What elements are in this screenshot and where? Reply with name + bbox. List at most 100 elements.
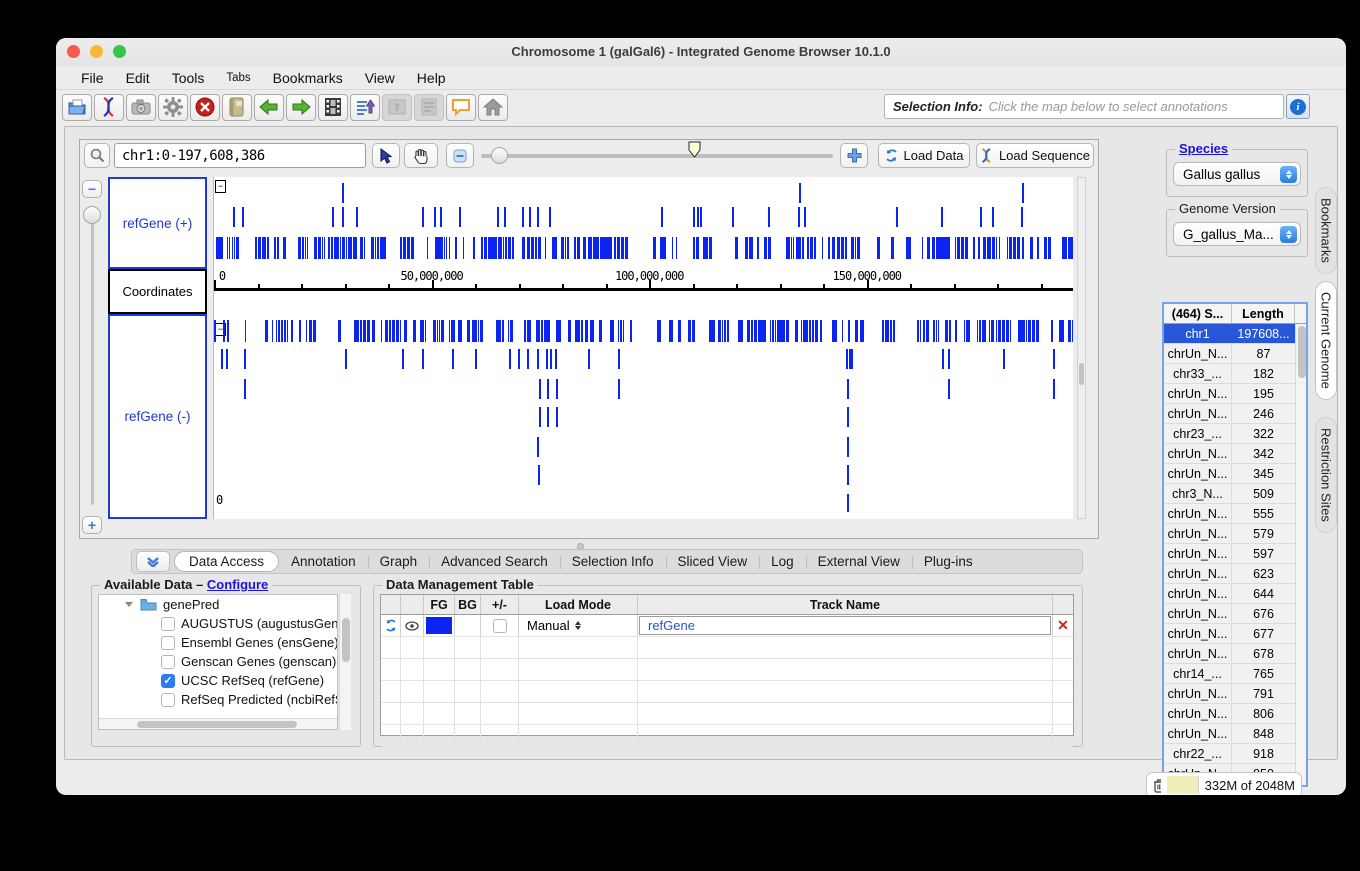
side-tab-bookmarks[interactable]: Bookmarks — [1315, 187, 1337, 274]
tree-folder-row[interactable]: genePred — [99, 595, 337, 614]
dmt-strand-cell[interactable] — [481, 615, 519, 636]
sequence-row-chrUn-N-[interactable]: chrUn_N...623 — [1164, 564, 1295, 584]
dataset-checkbox[interactable] — [161, 636, 175, 650]
genome-version-select[interactable]: G_gallus_Ma... — [1173, 222, 1301, 246]
export-icon[interactable] — [350, 94, 380, 121]
configure-link[interactable]: Configure — [207, 577, 268, 592]
tab-selection-info[interactable]: Selection Info — [560, 552, 666, 571]
tab-log[interactable]: Log — [759, 552, 806, 571]
home-icon[interactable] — [478, 94, 508, 121]
track-label-refgene-plus[interactable]: refGene (+) — [108, 177, 207, 269]
tab-annotation[interactable]: Annotation — [279, 552, 368, 571]
menu-tabs[interactable]: Tabs — [215, 70, 261, 86]
sequence-row-chrUn-N-[interactable]: chrUn_N...644 — [1164, 584, 1295, 604]
tab-advanced-search[interactable]: Advanced Search — [429, 552, 560, 571]
tab-data-access[interactable]: Data Access — [174, 551, 279, 572]
back-icon[interactable] — [254, 94, 284, 121]
track-label-coordinates[interactable]: Coordinates — [108, 269, 207, 314]
dmt-header-blank[interactable] — [381, 595, 401, 614]
sequence-row-chr23-[interactable]: chr23_...322 — [1164, 424, 1295, 444]
sequence-row-chrUn-N-[interactable]: chrUn_N...791 — [1164, 684, 1295, 704]
sequence-row-chrUn-N-[interactable]: chrUn_N...806 — [1164, 704, 1295, 724]
seq-length-header[interactable]: Length — [1232, 304, 1295, 323]
pan-tool-button[interactable] — [404, 143, 438, 168]
tree-item[interactable]: RefSeq Predicted (ncbiRefSeq) — [99, 690, 337, 709]
dmt-track-name-cell[interactable]: refGene — [638, 615, 1053, 636]
dataset-checkbox[interactable] — [161, 693, 175, 707]
tree-vscrollbar-thumb[interactable] — [342, 618, 350, 662]
sequence-row-chrUn-N-[interactable]: chrUn_N...597 — [1164, 544, 1295, 564]
dataset-checkbox[interactable] — [161, 655, 175, 669]
open-file-icon[interactable] — [62, 94, 92, 121]
dmt-fg-color-cell[interactable] — [424, 615, 455, 636]
tree-item[interactable]: Genscan Genes (genscan) — [99, 652, 337, 671]
map-scrollbar-thumb[interactable] — [1079, 363, 1084, 385]
sequence-table-scrollbar-thumb[interactable] — [1298, 326, 1306, 378]
dataset-checkbox[interactable] — [161, 617, 175, 631]
memory-gauge[interactable] — [1167, 776, 1199, 794]
dmt-bg-color-cell[interactable] — [455, 615, 481, 636]
forward-icon[interactable] — [286, 94, 316, 121]
gear-icon[interactable] — [158, 94, 188, 121]
sequence-row-chrUn-N-[interactable]: chrUn_N...345 — [1164, 464, 1295, 484]
dataset-checkbox[interactable]: ✓ — [161, 674, 175, 688]
sequence-row-chrUn-N-[interactable]: chrUn_N...195 — [1164, 384, 1295, 404]
camera-icon[interactable] — [126, 94, 156, 121]
sequence-row-chrUn-N-[interactable]: chrUn_N...87 — [1164, 344, 1295, 364]
film-icon[interactable] — [318, 94, 348, 121]
sequence-row-chr14-[interactable]: chr14_...765 — [1164, 664, 1295, 684]
book-icon[interactable] — [222, 94, 252, 121]
tree-vscrollbar[interactable] — [339, 594, 351, 730]
sequence-row-chrUn-N-[interactable]: chrUn_N...246 — [1164, 404, 1295, 424]
track-label-refgene-minus[interactable]: refGene (-) — [108, 314, 207, 519]
menu-tools[interactable]: Tools — [161, 68, 216, 88]
dmt-header-Track Name[interactable]: Track Name — [638, 595, 1053, 614]
sequence-row-chr3-N-[interactable]: chr3_N...509 — [1164, 484, 1295, 504]
location-input[interactable]: chr1:0-197,608,386 — [114, 143, 366, 168]
sequence-row-chrUn-N-[interactable]: chrUn_N...555 — [1164, 504, 1295, 524]
species-label[interactable]: Species — [1179, 141, 1228, 156]
tree-hscrollbar-thumb[interactable] — [137, 721, 297, 728]
fg-color-swatch[interactable] — [426, 617, 452, 634]
menu-view[interactable]: View — [354, 68, 406, 88]
tab-plug-ins[interactable]: Plug-ins — [912, 552, 985, 571]
sequence-row-chrUn-N-[interactable]: chrUn_N...676 — [1164, 604, 1295, 624]
info-button[interactable]: i — [1286, 94, 1310, 119]
vertical-zoom-slider[interactable] — [91, 210, 94, 505]
side-tab-current-genome[interactable]: Current Genome — [1315, 281, 1337, 400]
menu-help[interactable]: Help — [406, 68, 457, 88]
menu-file[interactable]: File — [70, 68, 115, 88]
track-name-editor[interactable]: refGene — [639, 616, 1051, 635]
tab-graph[interactable]: Graph — [368, 552, 430, 571]
load-data-button[interactable]: Load Data — [878, 143, 970, 168]
sequence-row-chrUn-N-[interactable]: chrUn_N...677 — [1164, 624, 1295, 644]
sequence-row-chr1[interactable]: chr1197608... — [1164, 324, 1295, 344]
vertical-zoom-out-button[interactable]: − — [82, 180, 102, 198]
vertical-zoom-in-button[interactable]: + — [82, 516, 102, 534]
zoom-out-button[interactable] — [446, 143, 474, 168]
seq-name-header[interactable]: (464) S... — [1164, 304, 1232, 323]
tree-item[interactable]: ✓UCSC RefSeq (refGene) — [99, 671, 337, 690]
dna-icon[interactable] — [94, 94, 124, 121]
sequence-row-chrUn-N-[interactable]: chrUn_N...678 — [1164, 644, 1295, 664]
tab-external-view[interactable]: External View — [806, 552, 912, 571]
tree-expander-icon[interactable] — [125, 602, 133, 607]
tree-item[interactable]: AUGUSTUS (augustusGene) — [99, 614, 337, 633]
zoom-in-button[interactable] — [840, 143, 868, 168]
dmt-refresh-cell[interactable] — [381, 615, 401, 636]
sequence-row-chr33-[interactable]: chr33_...182 — [1164, 364, 1295, 384]
sequence-row-chrUn-N-[interactable]: chrUn_N...848 — [1164, 724, 1295, 744]
zoom-slider[interactable] — [481, 154, 833, 158]
species-select[interactable]: Gallus gallus — [1173, 162, 1301, 186]
tab-sliced-view[interactable]: Sliced View — [666, 552, 760, 571]
menu-bookmarks[interactable]: Bookmarks — [262, 68, 354, 88]
load-sequence-button[interactable]: Load Sequence — [976, 143, 1094, 168]
side-tab-restriction-sites[interactable]: Restriction Sites — [1315, 417, 1337, 533]
vertical-zoom-thumb[interactable] — [83, 206, 101, 224]
dmt-load-mode-cell[interactable]: Manual — [519, 615, 638, 636]
position-marker-icon[interactable] — [688, 141, 702, 159]
trash-icon[interactable] — [1153, 778, 1161, 793]
dmt-visibility-cell[interactable] — [401, 615, 424, 636]
dmt-header-FG[interactable]: FG — [424, 595, 455, 614]
menu-edit[interactable]: Edit — [115, 68, 161, 88]
